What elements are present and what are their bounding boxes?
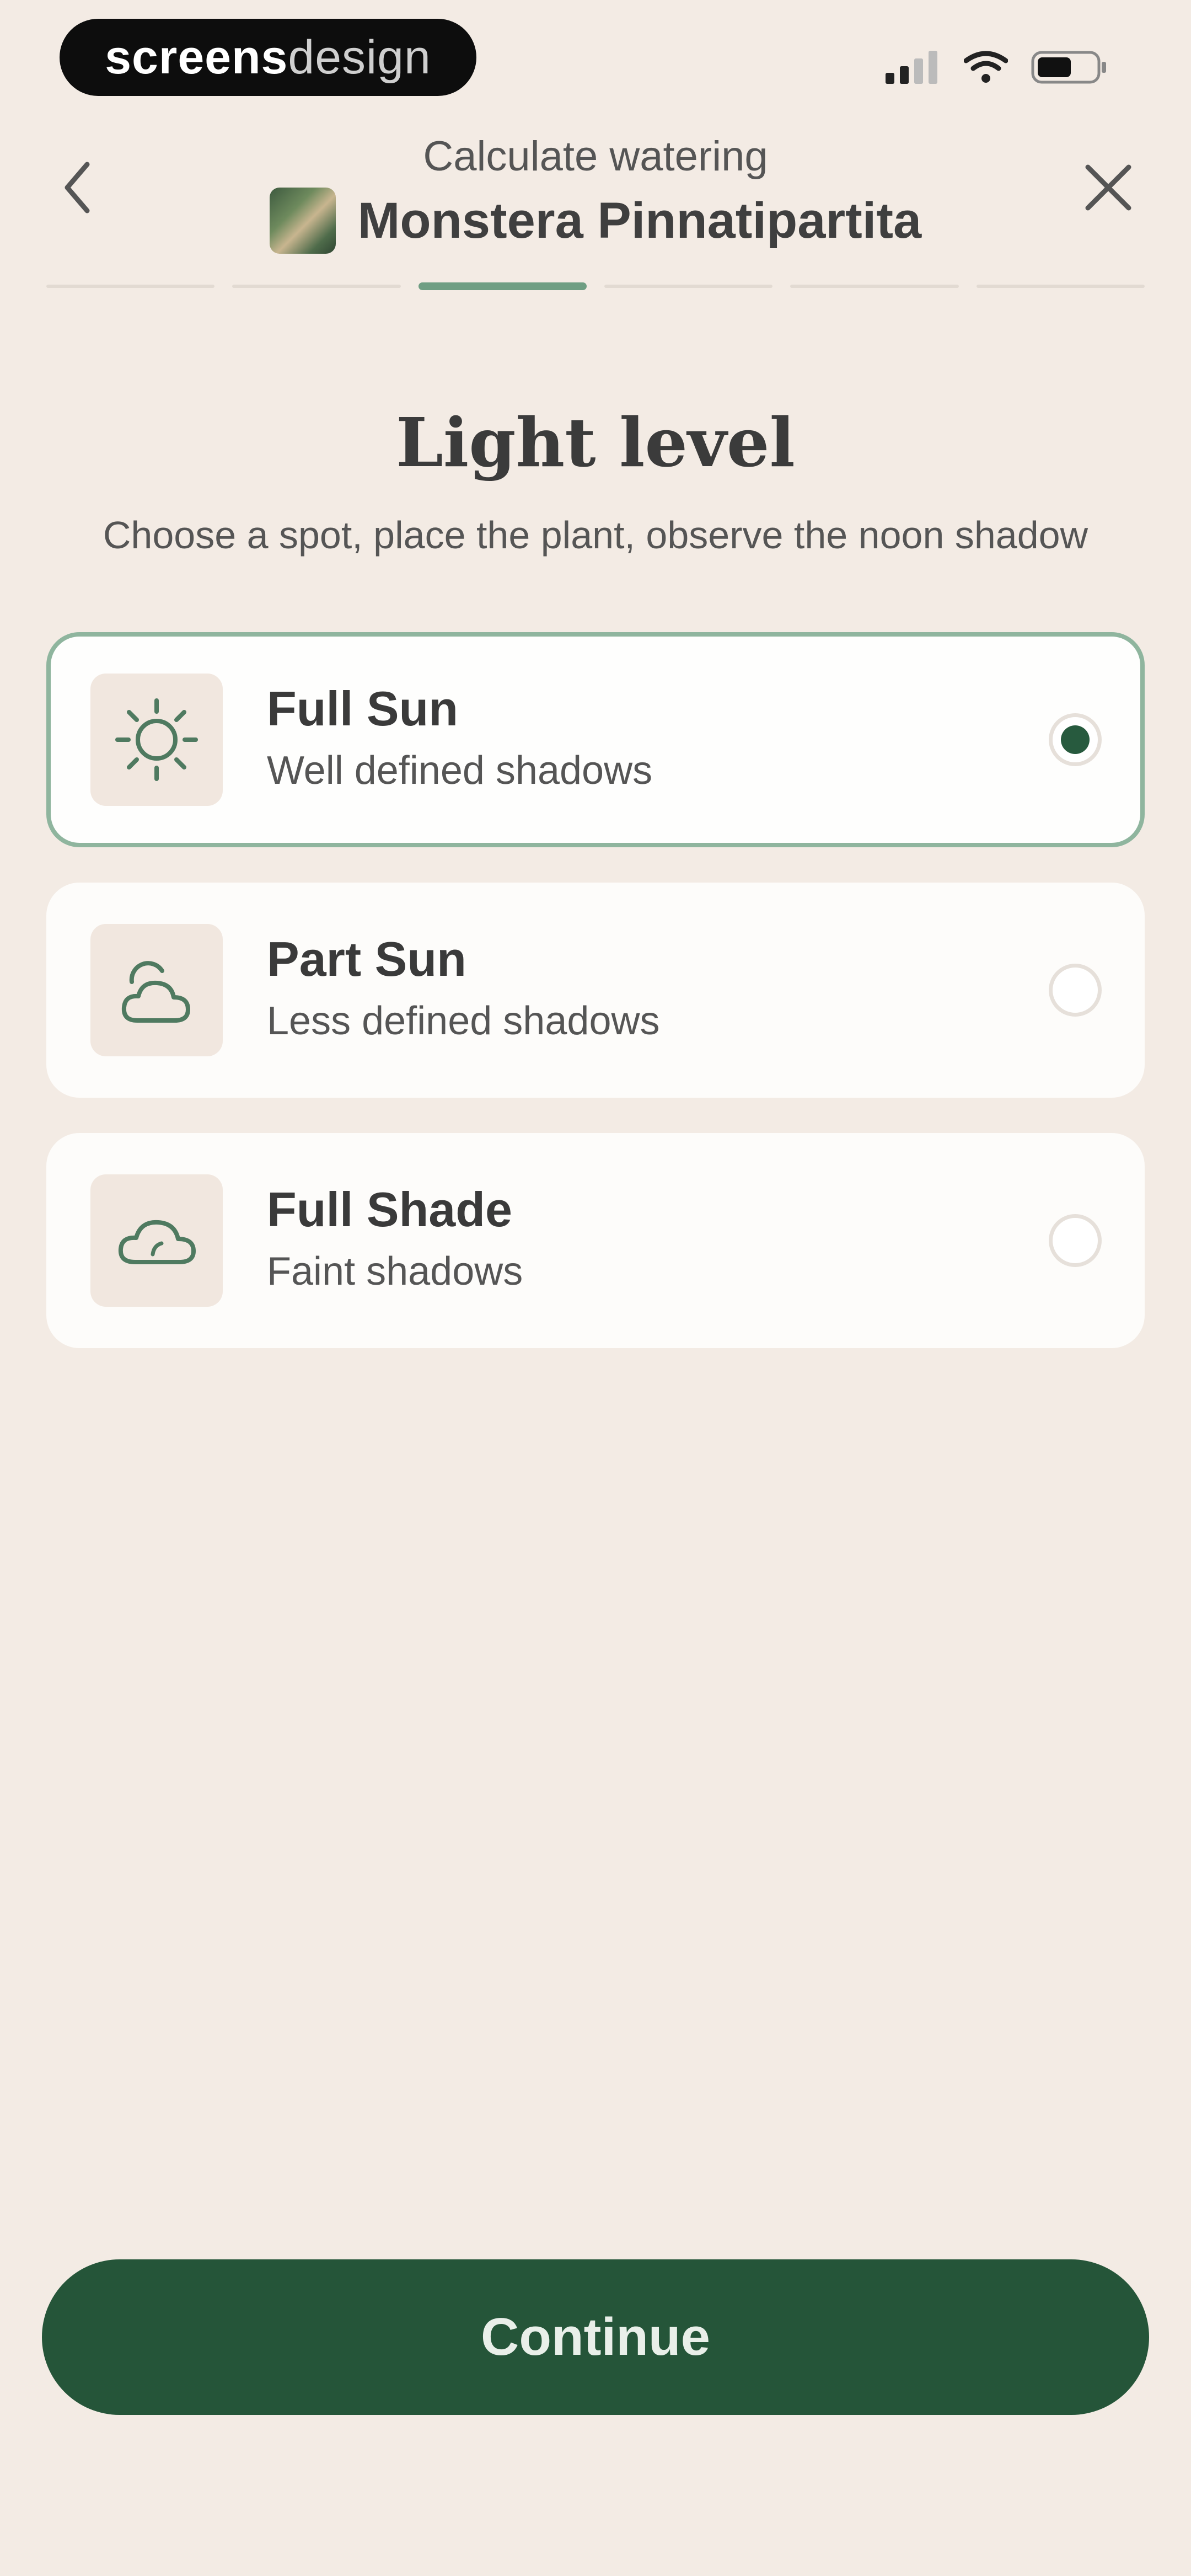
status-bar: screens design: [0, 0, 1191, 110]
radio-dot: [1061, 725, 1090, 754]
progress-step-6: [976, 285, 1145, 288]
step-progress: [46, 282, 1145, 290]
option-title: Full Sun: [267, 681, 459, 736]
option-description: Faint shadows: [267, 1249, 523, 1294]
radio-unselected[interactable]: [1049, 1214, 1102, 1267]
progress-step-2: [232, 285, 401, 288]
option-part-sun[interactable]: Part Sun Less defined shadows: [46, 883, 1145, 1098]
status-icons: [886, 51, 1108, 84]
option-icon-box: [90, 924, 223, 1056]
radio-selected[interactable]: [1049, 713, 1102, 766]
signal-icon: [886, 51, 937, 84]
progress-step-5: [790, 285, 959, 288]
progress-step-3: [418, 282, 587, 290]
sun-icon: [115, 698, 198, 781]
brand-light-text: design: [288, 30, 431, 84]
progress-step-1: [46, 285, 215, 288]
wifi-icon: [964, 51, 1008, 83]
option-description: Less defined shadows: [267, 999, 660, 1043]
header-subtitle: Calculate watering: [423, 133, 768, 180]
light-level-options: Full Sun Well defined shadows Part Sun L…: [46, 632, 1145, 1383]
option-icon-box: [90, 674, 223, 806]
part-sun-icon: [121, 961, 190, 1023]
cloud-icon: [118, 1220, 196, 1264]
battery-icon: [1031, 51, 1106, 84]
option-full-sun[interactable]: Full Sun Well defined shadows: [46, 632, 1145, 847]
option-full-shade[interactable]: Full Shade Faint shadows: [46, 1133, 1145, 1348]
option-title: Full Shade: [267, 1182, 512, 1237]
close-icon: [1085, 164, 1131, 211]
plant-name: Monstera Pinnatipartita: [357, 192, 922, 249]
header: Calculate watering Monstera Pinnatiparti…: [0, 121, 1191, 287]
option-title: Part Sun: [267, 932, 466, 986]
progress-step-4: [604, 285, 773, 288]
brand-badge: screens design: [60, 19, 476, 96]
brand-bold-text: screens: [105, 30, 288, 84]
continue-button[interactable]: Continue: [42, 2259, 1149, 2415]
option-icon-box: [90, 1174, 223, 1307]
option-description: Well defined shadows: [267, 749, 653, 793]
radio-unselected[interactable]: [1049, 964, 1102, 1017]
close-button[interactable]: [1075, 154, 1141, 221]
header-title-row: Monstera Pinnatipartita: [0, 188, 1191, 254]
section-subtitle: Choose a spot, place the plant, observe …: [103, 514, 1088, 557]
plant-thumbnail: [269, 188, 336, 254]
section-title: Light level: [396, 403, 795, 482]
